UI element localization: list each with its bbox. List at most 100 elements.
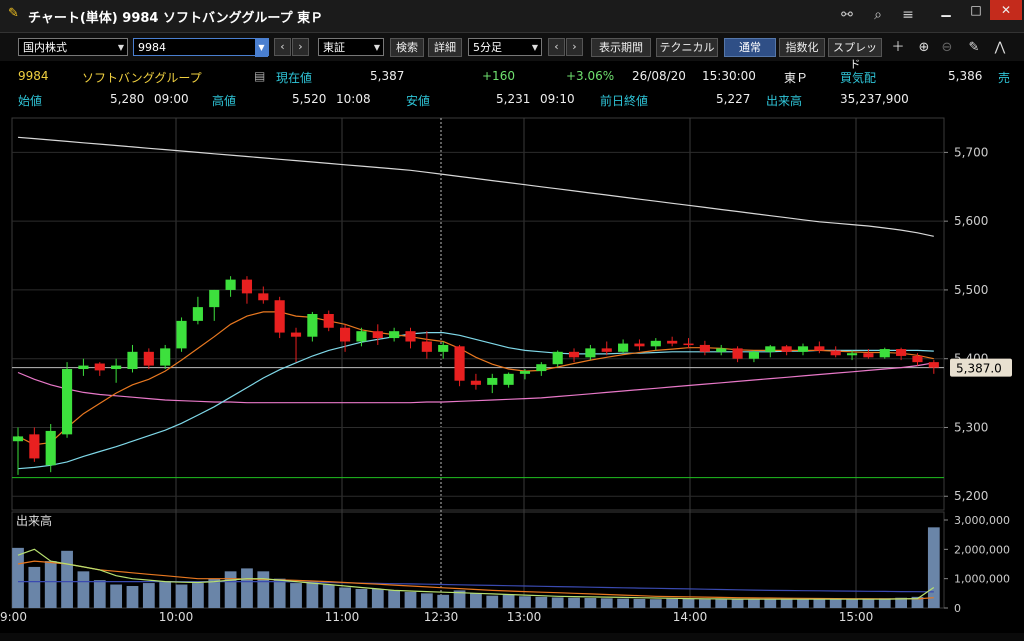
- next-code-button[interactable]: ›: [292, 38, 309, 56]
- volume-bar: [617, 598, 629, 608]
- candle-body: [618, 343, 629, 352]
- window-bottom-edge: [0, 633, 1024, 641]
- volume-label: 出来高: [766, 94, 803, 108]
- code-input[interactable]: 9984 ▼: [133, 38, 269, 57]
- market-select[interactable]: 国内株式 ▼: [18, 38, 128, 56]
- volume-bar: [470, 593, 482, 608]
- volume-bar: [77, 571, 90, 608]
- candle-body: [830, 350, 841, 356]
- candle-body: [61, 369, 73, 435]
- menu-icon[interactable]: ≡: [896, 4, 920, 26]
- open-label: 始値: [18, 94, 43, 108]
- time-axis-label: 12:30: [424, 610, 459, 624]
- volume-ma-short-line: [17, 548, 935, 600]
- index-mode-button[interactable]: 指数化: [779, 38, 825, 57]
- current-price: 5,387: [370, 69, 405, 83]
- candle-body: [781, 346, 792, 352]
- candle-body: [748, 351, 759, 359]
- candle-body: [928, 362, 939, 368]
- candle-body: [438, 344, 449, 352]
- time-axis-label: 13:00: [507, 610, 542, 624]
- draw-pencil-icon[interactable]: ✎: [964, 38, 984, 57]
- volume-bar: [322, 584, 335, 608]
- prev-period-button[interactable]: ‹: [548, 38, 565, 56]
- volume-bar: [273, 578, 286, 608]
- quote-time: 15:30:00: [702, 69, 756, 83]
- spread-mode-button[interactable]: スプレッド: [828, 38, 882, 71]
- open-time: 09:00: [154, 92, 189, 106]
- exchange-select[interactable]: 東証 ▼: [318, 38, 384, 56]
- candle-body: [176, 320, 187, 349]
- technical-button[interactable]: テクニカル: [656, 38, 718, 57]
- candle-body: [94, 363, 105, 371]
- volume-bar: [126, 586, 139, 608]
- volume-bar: [502, 594, 515, 608]
- volume-bar: [682, 598, 695, 608]
- volume-bar: [764, 599, 777, 608]
- volume-bar: [224, 571, 237, 608]
- normal-mode-button[interactable]: 通常: [724, 38, 776, 57]
- volume-bar: [519, 596, 531, 608]
- candle-body: [519, 371, 531, 374]
- volume-bar: [290, 583, 302, 608]
- price-axis-label: 5,300: [954, 420, 988, 434]
- zoom-out-icon[interactable]: ⊖: [937, 38, 957, 57]
- candle-body: [421, 341, 432, 352]
- volume-bar: [110, 584, 123, 608]
- zoom-in-icon[interactable]: ⊕: [914, 38, 934, 57]
- search-button[interactable]: 検索: [390, 38, 424, 57]
- maximize-button[interactable]: □: [960, 0, 992, 20]
- stock-name: ソフトバンググループ: [82, 71, 202, 85]
- current-price-label: 現在値: [276, 71, 313, 85]
- candle-body: [846, 353, 858, 356]
- market-select-value: 国内株式: [23, 41, 67, 54]
- candle-body: [699, 344, 710, 352]
- document-icon[interactable]: ▤: [254, 69, 265, 83]
- candle-body: [912, 355, 923, 363]
- volume-bar: [44, 561, 57, 608]
- display-period-button[interactable]: 表示期間: [591, 38, 651, 57]
- candle-body: [389, 331, 400, 339]
- chevron-down-icon[interactable]: ▼: [255, 39, 268, 57]
- chevron-down-icon: ▼: [531, 43, 538, 52]
- volume-bar: [829, 598, 842, 608]
- trend-tool-icon[interactable]: ⋀: [990, 38, 1010, 57]
- close-button[interactable]: ✕: [990, 0, 1022, 20]
- candle-body: [667, 340, 678, 344]
- quote-date: 26/08/20: [632, 69, 686, 83]
- volume-bar: [666, 598, 679, 608]
- volume-bar: [698, 599, 711, 608]
- candle-body: [732, 348, 743, 359]
- chevron-down-icon: ▼: [373, 43, 380, 52]
- volume-bar: [241, 568, 253, 608]
- detail-button[interactable]: 詳細: [428, 38, 462, 57]
- volume-bar: [633, 598, 646, 608]
- candle-body: [111, 365, 122, 370]
- candle-body: [863, 353, 874, 358]
- candle-body: [160, 348, 171, 366]
- prev-code-button[interactable]: ‹: [274, 38, 291, 56]
- candle-body: [241, 279, 253, 294]
- candle-body: [470, 380, 481, 385]
- low-time: 09:10: [540, 92, 575, 106]
- low-price: 5,231: [496, 92, 531, 106]
- volume-bar: [159, 581, 172, 608]
- candle-body: [765, 346, 776, 352]
- chevron-down-icon: ▼: [117, 43, 124, 52]
- next-period-button[interactable]: ›: [566, 38, 583, 56]
- search-icon[interactable]: ⌕: [866, 4, 890, 26]
- volume-bar: [584, 598, 597, 608]
- candle-body: [307, 314, 318, 337]
- price-axis-label: 5,700: [954, 145, 988, 159]
- volume-axis-label: 2,000,000: [954, 543, 1010, 556]
- crosshair-icon[interactable]: ＋: [888, 38, 908, 57]
- interval-select[interactable]: 5分足 ▼: [468, 38, 542, 56]
- link-icon[interactable]: ⚯: [835, 4, 859, 26]
- volume-bar: [257, 571, 270, 608]
- price-chart[interactable]: 9:00 10:00 11:00 12:30 13:00 14:00 15:00 5,700 5…: [0, 112, 1024, 641]
- candle-body: [716, 348, 727, 352]
- candle-body: [454, 346, 465, 381]
- candle-body: [552, 351, 563, 365]
- minimize-button[interactable]: ▁: [930, 0, 962, 20]
- quote-row-ohlc: 始値 5,280 09:00 高値 5,520 10:08 安値 5,231 0…: [0, 89, 1024, 111]
